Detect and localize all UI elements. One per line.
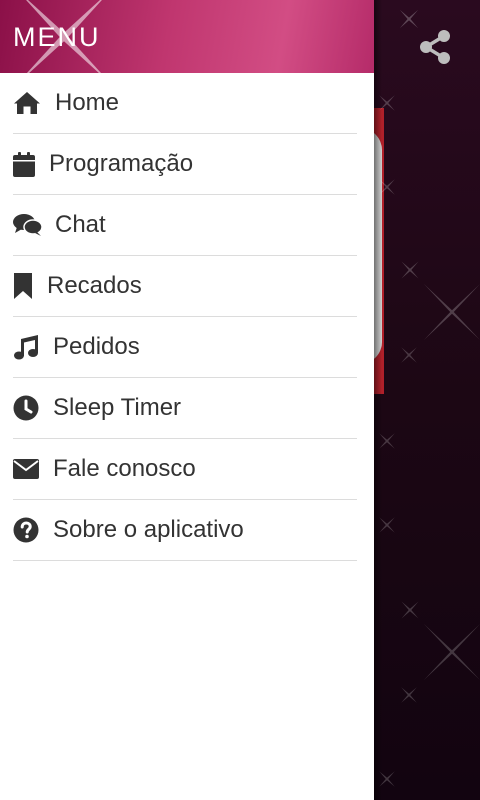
menu-item-label: Sleep Timer — [53, 394, 182, 421]
drawer-header: MENU — [0, 0, 374, 73]
menu-item-programacao[interactable]: Programação — [13, 134, 357, 195]
menu-item-label: Recados — [47, 272, 142, 299]
question-circle-icon — [13, 516, 41, 544]
menu-item-label: Programação — [49, 150, 194, 177]
calendar-icon — [13, 150, 37, 178]
menu-item-sleep-timer[interactable]: Sleep Timer — [13, 378, 357, 439]
sparkle-decoration — [423, 283, 480, 341]
music-note-icon — [13, 333, 41, 361]
screen: MENU Home Programação Chat Recados Pedid… — [0, 0, 480, 800]
home-icon — [13, 89, 41, 117]
menu-item-sobre[interactable]: Sobre o aplicativo — [13, 500, 357, 561]
sparkle-decoration — [423, 623, 480, 681]
menu-item-chat[interactable]: Chat — [13, 195, 357, 256]
menu-item-label: Home — [55, 89, 120, 116]
menu-list: Home Programação Chat Recados Pedidos Sl… — [0, 73, 374, 561]
menu-item-fale-conosco[interactable]: Fale conosco — [13, 439, 357, 500]
menu-item-recados[interactable]: Recados — [13, 256, 357, 317]
drawer-shadow — [374, 0, 382, 800]
share-button[interactable] — [414, 26, 456, 68]
menu-item-home[interactable]: Home — [13, 73, 357, 134]
menu-item-pedidos[interactable]: Pedidos — [13, 317, 357, 378]
chat-icon — [13, 211, 43, 239]
menu-item-label: Chat — [55, 211, 106, 238]
envelope-icon — [13, 455, 41, 483]
menu-title: MENU — [13, 22, 101, 52]
navigation-drawer: MENU Home Programação Chat Recados Pedid… — [0, 0, 374, 800]
bookmark-icon — [13, 272, 35, 300]
menu-item-label: Pedidos — [53, 333, 140, 360]
menu-item-label: Sobre o aplicativo — [53, 516, 244, 543]
sparkle-decoration — [401, 347, 417, 363]
menu-item-label: Fale conosco — [53, 455, 196, 482]
sparkle-decoration — [401, 687, 417, 703]
share-icon — [420, 30, 450, 64]
clock-icon — [13, 394, 41, 422]
